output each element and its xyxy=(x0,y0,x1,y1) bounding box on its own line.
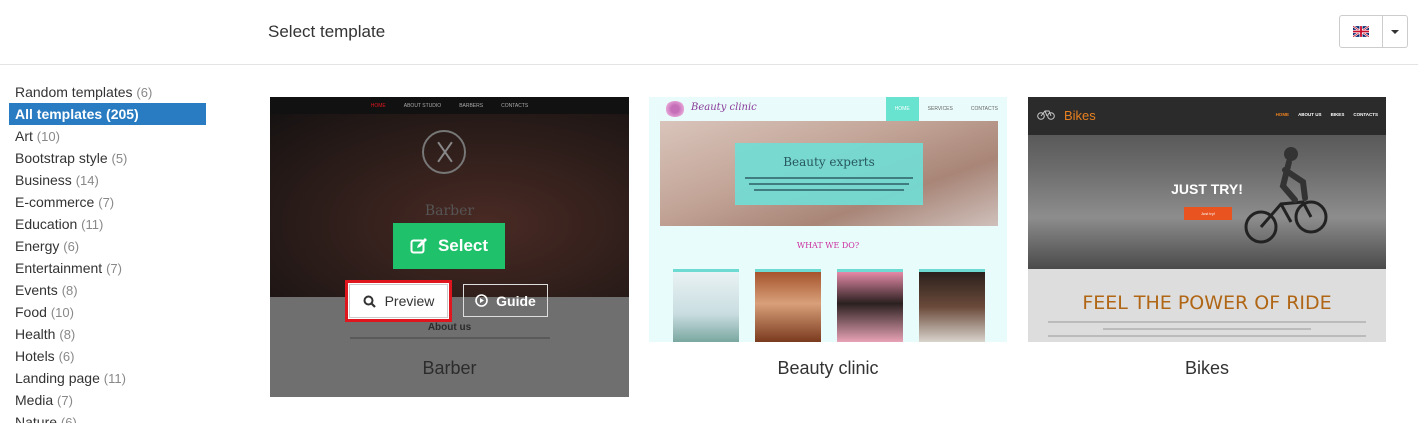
thumb-section-title: WHAT WE DO? xyxy=(796,241,860,250)
beauty-thumb: Beauty clinic HOME SERVICES CONTACTS Bea… xyxy=(649,97,1007,342)
preview-button[interactable]: Preview xyxy=(345,280,452,322)
category-health[interactable]: Health (8) xyxy=(9,323,206,345)
search-icon xyxy=(363,295,376,308)
mountain-biker-illustration xyxy=(1244,147,1328,244)
category-e-commerce[interactable]: E-commerce (7) xyxy=(9,191,206,213)
bikes-thumb: Bikes HOME ABOUT US BIKES CONTACTS JUST … xyxy=(1028,97,1386,342)
template-card-beauty-clinic[interactable]: Beauty clinic HOME SERVICES CONTACTS Bea… xyxy=(649,97,1007,397)
category-entertainment[interactable]: Entertainment (7) xyxy=(9,257,206,279)
caret-down-icon xyxy=(1391,29,1399,34)
category-landing-page[interactable]: Landing page (11) xyxy=(9,367,206,389)
category-nature[interactable]: Nature (6) xyxy=(9,411,206,423)
uk-flag-icon xyxy=(1353,26,1369,37)
category-random-templates[interactable]: Random templates (6) xyxy=(9,81,206,103)
thumb-nav: Beauty clinic HOME SERVICES CONTACTS xyxy=(649,97,1007,121)
thumb-heading: Barber xyxy=(424,203,475,219)
template-name: Barber xyxy=(422,358,477,378)
template-card-barber[interactable]: HOME ABOUT STUDIO BARBERS CONTACTS Barbe… xyxy=(270,97,629,397)
thumb-service-photo xyxy=(755,269,821,342)
select-button[interactable]: Select xyxy=(393,223,505,269)
thumb-section-title: About us xyxy=(427,322,472,333)
category-all-templates[interactable]: All templates (205) xyxy=(9,103,206,125)
category-events[interactable]: Events (8) xyxy=(9,279,206,301)
lotus-logo-icon xyxy=(665,101,685,117)
category-bootstrap-style[interactable]: Bootstrap style (5) xyxy=(9,147,206,169)
template-thumbnail[interactable]: Bikes HOME ABOUT US BIKES CONTACTS JUST … xyxy=(1028,97,1386,342)
template-card-bikes[interactable]: Bikes HOME ABOUT US BIKES CONTACTS JUST … xyxy=(1028,97,1386,397)
thumb-service-photo xyxy=(673,269,739,342)
thumb-text-line xyxy=(745,177,913,179)
thumb-section-title: FEEL THE POWER OF RIDE xyxy=(1082,292,1332,314)
thumb-nav: HOME ABOUT STUDIO BARBERS CONTACTS xyxy=(270,97,629,114)
category-energy[interactable]: Energy (6) xyxy=(9,235,206,257)
thumb-text-line xyxy=(754,189,904,191)
language-selector[interactable] xyxy=(1339,15,1408,48)
thumb-brand: Bikes xyxy=(1064,108,1096,123)
category-hotels[interactable]: Hotels (6) xyxy=(9,345,206,367)
play-circle-icon xyxy=(475,294,488,307)
template-thumbnail[interactable]: Beauty clinic HOME SERVICES CONTACTS Bea… xyxy=(649,97,1007,342)
thumb-text-line xyxy=(350,337,550,339)
thumb-menu: HOME SERVICES CONTACTS xyxy=(885,97,1007,121)
thumb-menu: HOME ABOUT US BIKES CONTACTS xyxy=(1275,112,1378,117)
thumb-hero-title: JUST TRY! xyxy=(1171,181,1243,197)
category-media[interactable]: Media (7) xyxy=(9,389,206,411)
category-education[interactable]: Education (11) xyxy=(9,213,206,235)
thumb-cta: Just try! xyxy=(1184,207,1232,220)
thumb-text-line xyxy=(1103,328,1311,330)
thumb-service-photo xyxy=(919,269,985,342)
template-name: Beauty clinic xyxy=(777,358,879,378)
bicycle-logo-icon xyxy=(1037,110,1055,120)
template-name: Bikes xyxy=(1184,358,1229,378)
category-list: Random templates (6) All templates (205)… xyxy=(9,81,206,423)
thumb-brand: Beauty clinic xyxy=(691,102,757,113)
thumb-hero-title: Beauty experts xyxy=(783,155,875,169)
language-dropdown-toggle[interactable] xyxy=(1383,16,1407,47)
scissors-logo-icon xyxy=(422,130,466,174)
thumb-text-line xyxy=(1048,335,1366,337)
thumb-text-line xyxy=(749,183,909,185)
thumb-service-photo xyxy=(837,269,903,342)
category-food[interactable]: Food (10) xyxy=(9,301,206,323)
preview-button-inner: Preview xyxy=(349,284,448,318)
category-art[interactable]: Art (10) xyxy=(9,125,206,147)
language-button[interactable] xyxy=(1340,16,1383,47)
header: Select template xyxy=(0,0,1418,65)
thumb-nav: Bikes HOME ABOUT US BIKES CONTACTS xyxy=(1028,97,1386,135)
category-business[interactable]: Business (14) xyxy=(9,169,206,191)
thumb-hero-box xyxy=(735,143,923,205)
page-title: Select template xyxy=(268,22,386,41)
thumb-text-line xyxy=(1048,321,1366,323)
guide-button[interactable]: Guide xyxy=(463,284,548,317)
edit-icon xyxy=(410,238,427,254)
